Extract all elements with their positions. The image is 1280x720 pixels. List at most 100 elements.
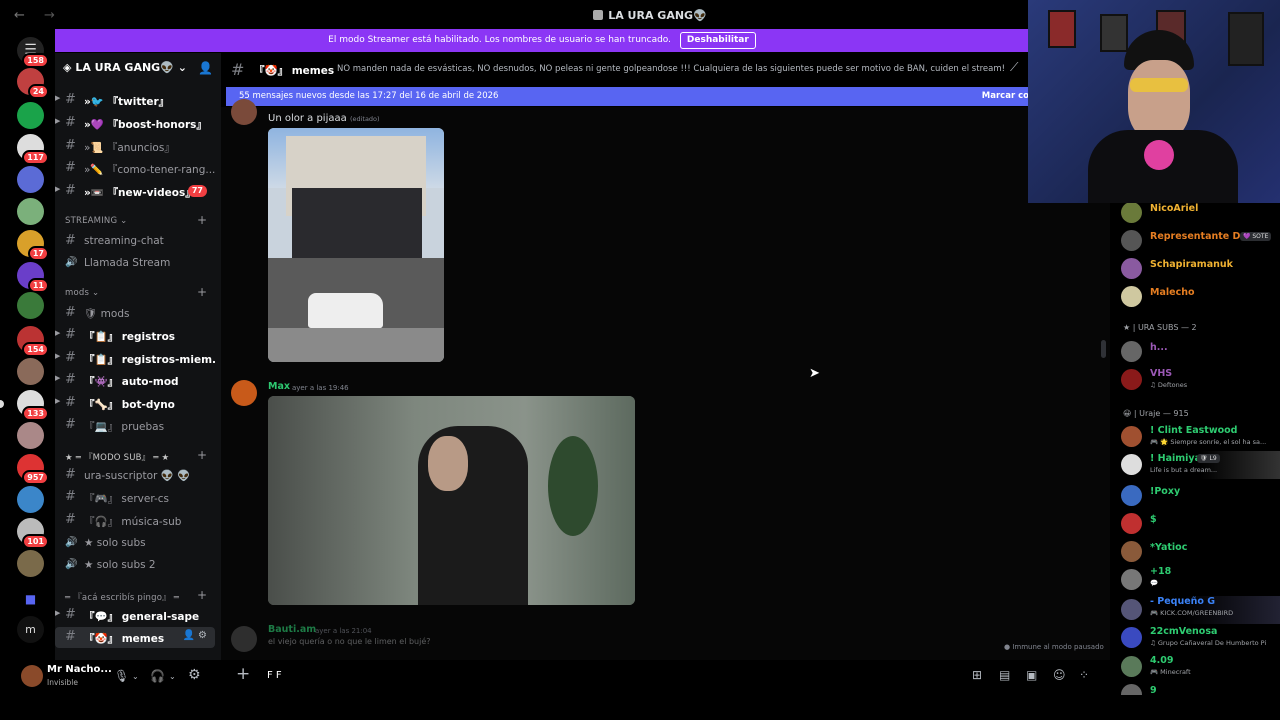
- server-item[interactable]: [17, 358, 44, 385]
- member-item[interactable]: Schapiramanuk: [1121, 255, 1280, 283]
- server-discord-home[interactable]: ☰ 158: [17, 37, 49, 68]
- channel-anuncios[interactable]: # »📜 『anuncios』: [55, 136, 215, 157]
- member-item[interactable]: Representante D... 💜 SOTE: [1121, 227, 1280, 255]
- category-aca-escribis[interactable]: ═ 『acá escribís pingo』 ═: [65, 591, 179, 603]
- channel-boost-honors[interactable]: ▶ # »💜 『boost-honors』: [55, 113, 215, 134]
- member-item[interactable]: !Poxy: [1121, 482, 1280, 510]
- chevron-down-icon[interactable]: ⌄: [169, 672, 176, 681]
- message-author[interactable]: Bauti.am: [268, 624, 316, 635]
- chevron-down-icon[interactable]: ⌄: [132, 672, 139, 681]
- mark-read-button[interactable]: Marcar co: [982, 87, 1029, 106]
- member-item[interactable]: 4.09 🎮 Minecraft: [1121, 653, 1280, 681]
- server-item[interactable]: 154: [17, 326, 49, 357]
- channel-bot-dyno[interactable]: ▶ # 『🦴』 bot-dyno: [55, 393, 215, 414]
- member-item[interactable]: VHS ♫ Deftones: [1121, 366, 1280, 394]
- mention-badge: 24: [27, 84, 49, 99]
- server-item[interactable]: [17, 292, 44, 319]
- category-streaming[interactable]: STREAMING ⌄: [65, 216, 128, 226]
- channel-server-cs[interactable]: # 『🎮』 server-cs: [55, 487, 215, 508]
- folder-icon[interactable]: ■: [17, 586, 44, 613]
- server-item[interactable]: [17, 166, 44, 193]
- channel-ura-suscriptor[interactable]: # ura-suscriptor 👽 👽: [55, 465, 215, 486]
- gift-icon[interactable]: ⊞: [972, 668, 982, 682]
- message-input-text[interactable]: F F: [267, 670, 282, 681]
- server-item[interactable]: 17: [17, 230, 49, 261]
- video-attachment[interactable]: [268, 396, 635, 605]
- channel-general-sape[interactable]: ▶ # 『💬』 general-sape: [55, 605, 215, 626]
- server-item[interactable]: 11: [17, 262, 49, 293]
- channel-memes[interactable]: # 『🤡』 memes 👤 ⚙: [55, 627, 215, 648]
- server-item[interactable]: [17, 550, 44, 577]
- server-item[interactable]: [17, 486, 44, 513]
- avatar[interactable]: [231, 99, 257, 125]
- add-channel-icon[interactable]: +: [197, 448, 207, 462]
- guild-header[interactable]: ◈ LA URA GANG👽 ⌄: [63, 61, 187, 74]
- server-item[interactable]: [17, 422, 44, 449]
- voice-channel-llamada-stream[interactable]: 🔊 Llamada Stream: [55, 253, 215, 274]
- hash-icon: #: [65, 183, 76, 198]
- invite-icon[interactable]: 👤: [183, 630, 195, 641]
- channel-registros-miembros[interactable]: ▶ # 『📋』 registros-miem...: [55, 348, 215, 369]
- avatar[interactable]: [231, 380, 257, 406]
- member-item[interactable]: Malecho: [1121, 283, 1280, 311]
- hash-icon: #: [65, 467, 76, 482]
- avatar: [1121, 627, 1142, 648]
- add-member-icon[interactable]: 👤: [198, 61, 213, 75]
- member-item[interactable]: - Pequeño G 🎮 KICK.COM/GREENBIRD: [1121, 596, 1280, 624]
- member-item[interactable]: NicoAriel: [1121, 199, 1280, 227]
- member-item[interactable]: h...: [1121, 338, 1280, 366]
- server-item[interactable]: m: [17, 616, 44, 643]
- server-item[interactable]: 24: [17, 68, 49, 99]
- avatar[interactable]: [231, 626, 257, 652]
- emoji-icon[interactable]: ☺: [1053, 668, 1066, 682]
- server-item[interactable]: 101: [17, 518, 49, 549]
- server-item[interactable]: 133: [17, 390, 49, 421]
- image-attachment[interactable]: [268, 128, 444, 362]
- member-item[interactable]: $: [1121, 510, 1280, 538]
- add-channel-icon[interactable]: +: [197, 588, 207, 602]
- channel-new-videos[interactable]: ▶ # »📼 『new-videos』 77: [55, 181, 215, 202]
- member-item[interactable]: ! Haimiya 🛡 L9 Life is but a dream...: [1121, 451, 1280, 479]
- gear-icon[interactable]: ⚙: [188, 667, 201, 683]
- gear-icon[interactable]: ⚙: [198, 630, 207, 641]
- voice-channel-solo-subs[interactable]: 🔊 ★ solo subs: [55, 533, 215, 554]
- channel-twitter[interactable]: ▶ # »🐦 『twitter』: [55, 90, 215, 111]
- pink-toy: [1144, 140, 1174, 170]
- channel-musica-sub[interactable]: # 『🎧』 música-sub: [55, 510, 215, 531]
- channel-registros[interactable]: ▶ # 『📋』 registros: [55, 325, 215, 346]
- channel-topic[interactable]: NO manden nada de esvásticas, NO desnudo…: [337, 64, 1005, 74]
- member-item[interactable]: 22cmVenosa ♫ Grupo Cañaveral De Humberto …: [1121, 624, 1280, 652]
- channel-como-tener-rango[interactable]: # »✏️ 『como-tener-rang...: [55, 158, 215, 179]
- channel-name: 『🤡』 memes: [84, 633, 165, 645]
- server-item[interactable]: 117: [17, 134, 49, 165]
- disable-streamer-button[interactable]: Deshabilitar: [679, 32, 756, 49]
- microphone-icon[interactable]: 🎙: [114, 669, 129, 683]
- avatar[interactable]: [21, 665, 43, 687]
- channel-streaming-chat[interactable]: # streaming-chat: [55, 231, 215, 252]
- pin-icon[interactable]: ⟋: [1010, 60, 1018, 75]
- channel-mods[interactable]: # 🛡 mods: [55, 303, 215, 324]
- add-attachment-icon[interactable]: +: [236, 664, 250, 684]
- gif-icon[interactable]: ▤: [999, 668, 1010, 682]
- message-author[interactable]: Max: [268, 381, 290, 392]
- category-modo-sub[interactable]: ★ ═ 『MODO SUB』 ═ ★: [65, 451, 169, 463]
- server-item[interactable]: 957: [17, 454, 49, 485]
- server-item[interactable]: [17, 102, 44, 129]
- add-channel-icon[interactable]: +: [197, 285, 207, 299]
- channel-auto-mod[interactable]: ▶ # 『👾』 auto-mod: [55, 370, 215, 391]
- member-item[interactable]: ! Clint Eastwood 🎮 🌟 Siempre sonríe, el s…: [1121, 423, 1280, 451]
- scrollbar-thumb[interactable]: [1101, 340, 1106, 358]
- headphones-icon[interactable]: 🎧: [150, 669, 165, 683]
- channel-pruebas[interactable]: # 『💻』 pruebas: [55, 415, 215, 436]
- apps-icon[interactable]: ⁘: [1079, 668, 1089, 682]
- member-item[interactable]: +18 💬: [1121, 566, 1280, 594]
- new-messages-bar[interactable]: 55 mensajes nuevos desde las 17:27 del 1…: [226, 87, 1029, 106]
- voice-channel-solo-subs-2[interactable]: 🔊 ★ solo subs 2: [55, 555, 215, 576]
- member-item[interactable]: *Yatioc: [1121, 538, 1280, 566]
- message-composer[interactable]: + F F ⊞ ▤ ▣ ☺ ⁘: [226, 660, 1104, 692]
- server-item[interactable]: [17, 198, 44, 225]
- category-mods[interactable]: mods ⌄: [65, 288, 99, 298]
- speaker-icon: 🔊: [65, 257, 78, 268]
- sticker-icon[interactable]: ▣: [1026, 668, 1037, 682]
- add-channel-icon[interactable]: +: [197, 213, 207, 227]
